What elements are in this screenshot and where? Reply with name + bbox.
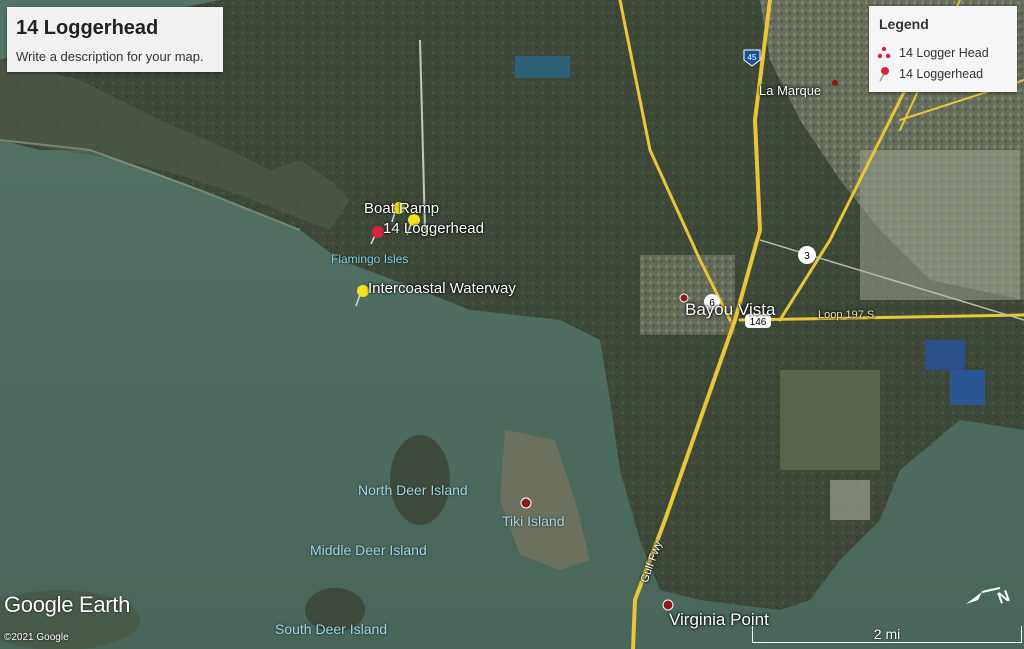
label-boat-ramp[interactable]: Boat Ramp	[364, 200, 439, 217]
polygon-marker-icon	[877, 46, 891, 59]
scale-bar: 2 mi	[752, 626, 1022, 643]
label-flamingo-isles: Flamingo Isles	[331, 252, 409, 266]
map-description[interactable]: Write a description for your map.	[16, 49, 204, 64]
label-south-deer-island: South Deer Island	[275, 621, 388, 637]
copyright-text: ©2021 Google	[4, 632, 69, 643]
google-earth-logo: Google Earth	[4, 592, 131, 617]
legend-panel: Legend 14 Logger Head 14 Loggerhead	[869, 6, 1017, 92]
svg-text:N: N	[996, 588, 1013, 608]
legend-label: 14 Logger Head	[899, 46, 989, 60]
title-panel: 14 Loggerhead Write a description for yo…	[7, 7, 223, 72]
us3-shield: 3	[798, 246, 816, 264]
legend-heading: Legend	[879, 16, 929, 32]
scale-label: 2 mi	[873, 626, 901, 642]
red-pushpin-icon	[879, 67, 889, 82]
label-middle-deer-island: Middle Deer Island	[310, 542, 427, 558]
svg-text:3: 3	[804, 251, 810, 262]
label-la-marque: La Marque	[759, 83, 822, 98]
north-deer-island-shape	[390, 435, 450, 525]
svg-text:45: 45	[748, 53, 757, 62]
north-compass-icon[interactable]: N	[960, 582, 1016, 612]
label-intercoastal-waterway[interactable]: Intercoastal Waterway	[368, 280, 516, 297]
map-title: 14 Loggerhead	[16, 17, 159, 39]
legend-item-loggerhead: 14 Loggerhead	[877, 65, 983, 83]
satellite-map[interactable]: 45 3 6 146	[0, 0, 1024, 649]
label-north-deer-island: North Deer Island	[358, 482, 468, 498]
legend-label: 14 Loggerhead	[899, 67, 984, 81]
legend-item-logger-head: 14 Logger Head	[877, 44, 989, 62]
label-14-loggerhead[interactable]: 14 Loggerhead	[383, 220, 484, 237]
label-loop-197: Loop 197 S	[818, 309, 875, 321]
label-tiki-island: Tiki Island	[502, 513, 565, 529]
label-bayou-vista: Bayou Vista	[685, 300, 776, 319]
